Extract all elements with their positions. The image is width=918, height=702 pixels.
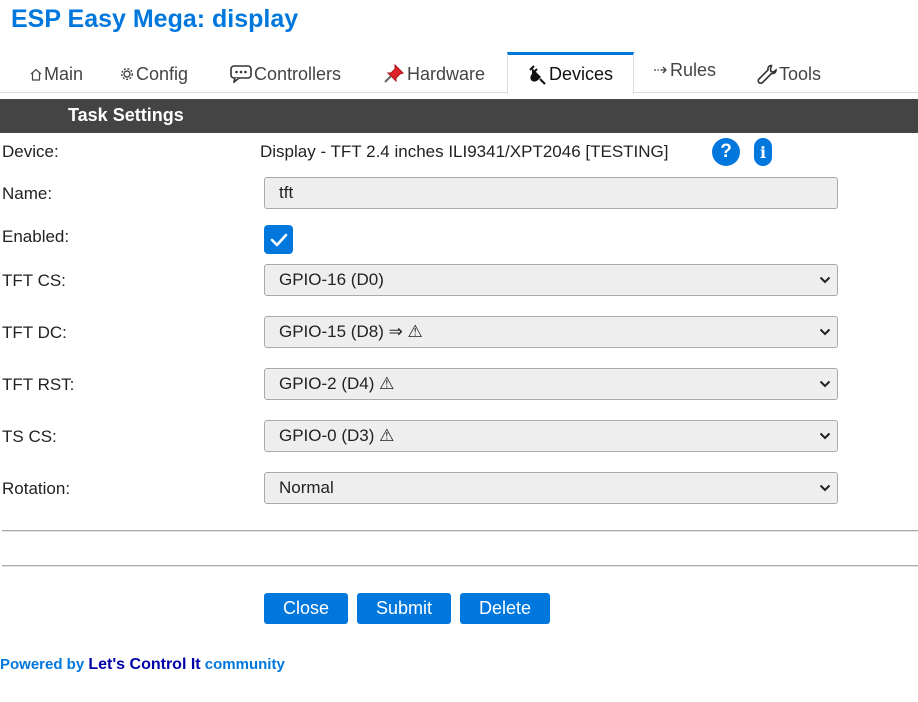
ts-cs-select[interactable]: GPIO-0 (D3) ⚠ (264, 420, 838, 452)
pushpin-icon (383, 64, 405, 84)
tab-devices[interactable]: Devices (507, 52, 634, 94)
delete-button[interactable]: Delete (460, 593, 550, 624)
device-label: Device: (2, 142, 59, 161)
tft-rst-value: GPIO-2 (D4) ⚠ (279, 374, 395, 393)
device-value: Display - TFT 2.4 inches ILI9341/XPT2046… (260, 142, 669, 161)
ts-cs-label: TS CS: (2, 427, 57, 446)
arrow-icon (653, 65, 668, 75)
tft-rst-select[interactable]: GPIO-2 (D4) ⚠ (264, 368, 838, 400)
chevron-down-icon (819, 432, 831, 440)
divider (2, 530, 918, 532)
section-title: Task Settings (68, 105, 184, 125)
tab-hardware-label: Hardware (407, 63, 486, 84)
page-title: ESP Easy Mega: display (11, 5, 299, 33)
chevron-down-icon (819, 380, 831, 388)
help-button[interactable]: ? (712, 138, 740, 166)
plug-icon (527, 64, 547, 85)
gear-icon (120, 67, 134, 81)
tab-tools[interactable]: Tools (757, 56, 821, 92)
tft-cs-select[interactable]: GPIO-16 (D0) (264, 264, 838, 296)
tab-main[interactable]: Main (30, 56, 83, 92)
speech-bubble-icon (230, 65, 252, 83)
chevron-down-icon (819, 276, 831, 284)
tab-controllers-label: Controllers (254, 63, 342, 84)
footer-link[interactable]: Let's Control It (88, 656, 200, 673)
section-header: Task Settings (0, 99, 918, 133)
tab-tools-label: Tools (779, 63, 822, 84)
tft-cs-label: TFT CS: (2, 271, 66, 290)
tft-rst-label: TFT RST: (2, 375, 75, 394)
ts-cs-value: GPIO-0 (D3) ⚠ (279, 426, 395, 445)
enabled-label: Enabled: (2, 227, 70, 246)
chevron-down-icon (819, 484, 831, 492)
tft-dc-value: GPIO-15 (D8) ⇒ ⚠ (279, 322, 423, 341)
tab-config[interactable]: Config (120, 56, 188, 92)
tab-bar: Main Config Controllers Hardware Devices… (0, 50, 918, 96)
tft-dc-select[interactable]: GPIO-15 (D8) ⇒ ⚠ (264, 316, 838, 348)
chevron-down-icon (819, 328, 831, 336)
tab-rules[interactable]: Rules (653, 52, 716, 88)
name-input[interactable] (279, 183, 837, 203)
footer: Powered by Let's Control It community (0, 656, 285, 674)
tab-config-label: Config (136, 63, 189, 84)
checkmark-icon (270, 233, 287, 246)
close-button[interactable]: Close (264, 593, 348, 624)
question-mark-icon: ? (720, 141, 732, 162)
tft-dc-label: TFT DC: (2, 323, 67, 342)
tab-rules-label: Rules (670, 59, 717, 80)
tab-hardware[interactable]: Hardware (383, 56, 485, 92)
name-field[interactable] (264, 177, 838, 209)
footer-suffix: community (204, 656, 285, 673)
enabled-checkbox[interactable] (264, 225, 293, 254)
tft-cs-value: GPIO-16 (D0) (279, 270, 384, 289)
divider (2, 565, 918, 567)
wrench-icon (757, 64, 777, 84)
tab-main-label: Main (44, 63, 84, 84)
info-icon: i (759, 142, 767, 162)
tab-devices-label: Devices (549, 64, 614, 84)
tab-bar-divider (0, 92, 918, 93)
house-icon (30, 68, 42, 81)
name-label: Name: (2, 184, 53, 203)
footer-prefix: Powered by (0, 656, 85, 673)
rotation-label: Rotation: (2, 479, 71, 498)
submit-button[interactable]: Submit (357, 593, 451, 624)
tab-controllers[interactable]: Controllers (230, 56, 341, 92)
info-button[interactable]: i (754, 138, 772, 166)
rotation-value: Normal (279, 478, 334, 497)
rotation-select[interactable]: Normal (264, 472, 838, 504)
